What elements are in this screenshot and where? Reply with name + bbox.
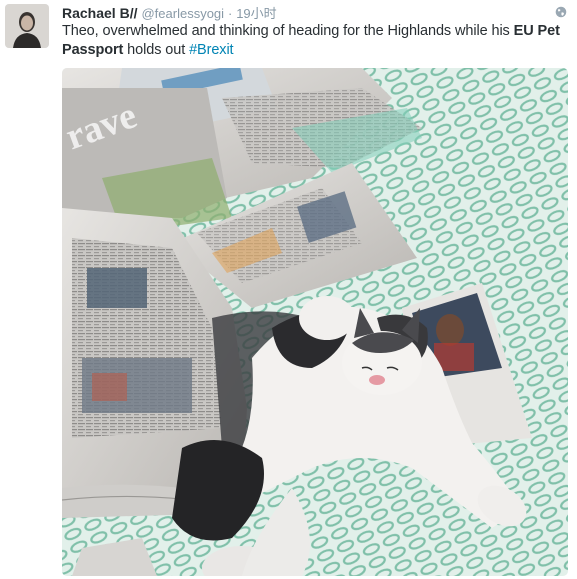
hashtag-link[interactable]: #Brexit bbox=[189, 42, 234, 58]
tweet-text: Theo, overwhelmed and thinking of headin… bbox=[62, 22, 562, 60]
tweet-text-part2: holds out bbox=[123, 42, 190, 58]
tweet-header: Rachael B// @fearlessyogi · 19小时 bbox=[62, 4, 551, 22]
tweet: Rachael B// @fearlessyogi · 19小时 Theo, ov… bbox=[0, 0, 577, 579]
fullname[interactable]: Rachael B// bbox=[62, 5, 137, 21]
photo-cat-on-newspapers-icon: rave bbox=[62, 68, 568, 576]
tweet-photo[interactable]: rave bbox=[62, 68, 568, 576]
avatar[interactable] bbox=[5, 4, 49, 48]
globe-icon bbox=[555, 6, 567, 18]
username[interactable]: @fearlessyogi bbox=[141, 6, 224, 21]
user-avatar-icon bbox=[5, 4, 49, 48]
separator: · bbox=[227, 6, 233, 21]
tweet-text-part1: Theo, overwhelmed and thinking of headin… bbox=[62, 23, 514, 39]
timestamp[interactable]: 19小时 bbox=[236, 6, 276, 21]
